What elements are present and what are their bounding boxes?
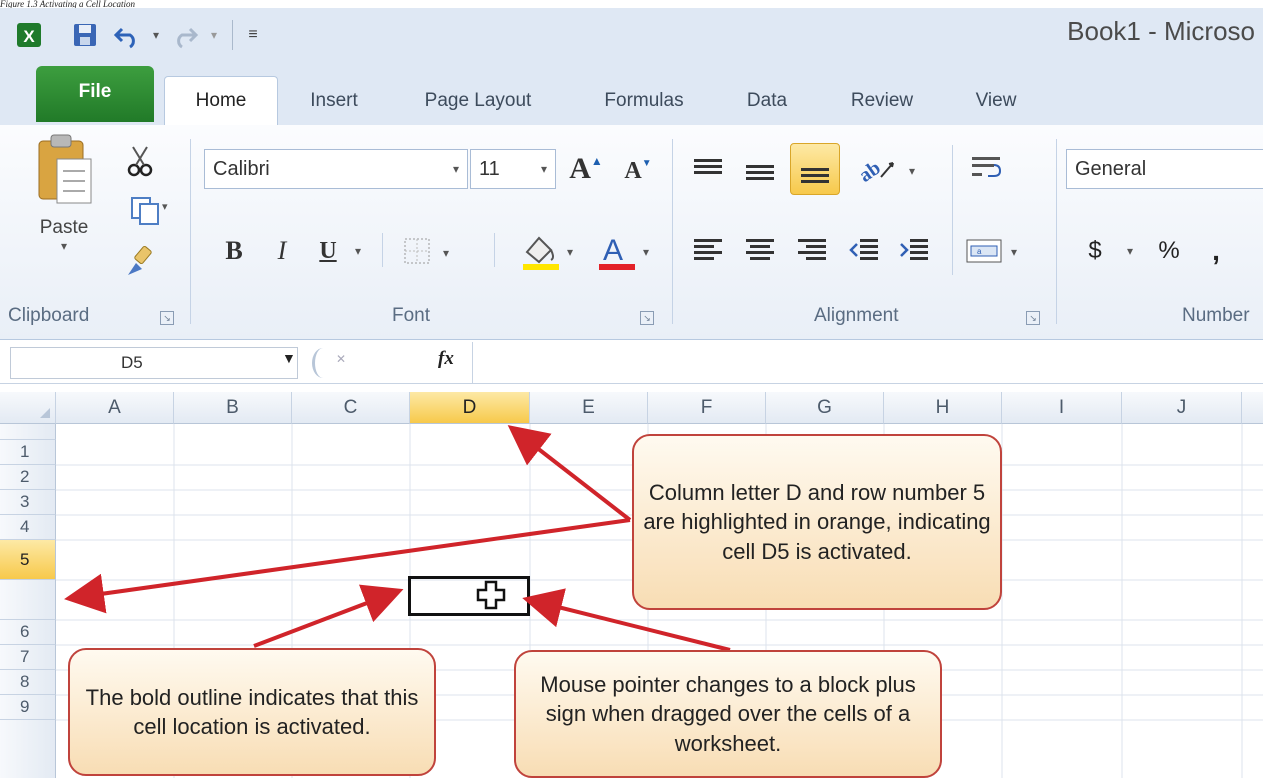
plus-cursor-icon	[476, 580, 506, 610]
active-cell-d5[interactable]	[408, 576, 530, 616]
callout-top-text: Column letter D and row number 5 are hig…	[643, 480, 991, 564]
callout-left-text: The bold outline indicates that this cel…	[85, 684, 419, 739]
callout-column-row-highlight: Column letter D and row number 5 are hig…	[632, 434, 1002, 610]
callout-bold-outline: The bold outline indicates that this cel…	[68, 648, 436, 776]
callout-right-text: Mouse pointer changes to a block plus si…	[540, 672, 916, 756]
callout-plus-pointer: Mouse pointer changes to a block plus si…	[514, 650, 942, 778]
